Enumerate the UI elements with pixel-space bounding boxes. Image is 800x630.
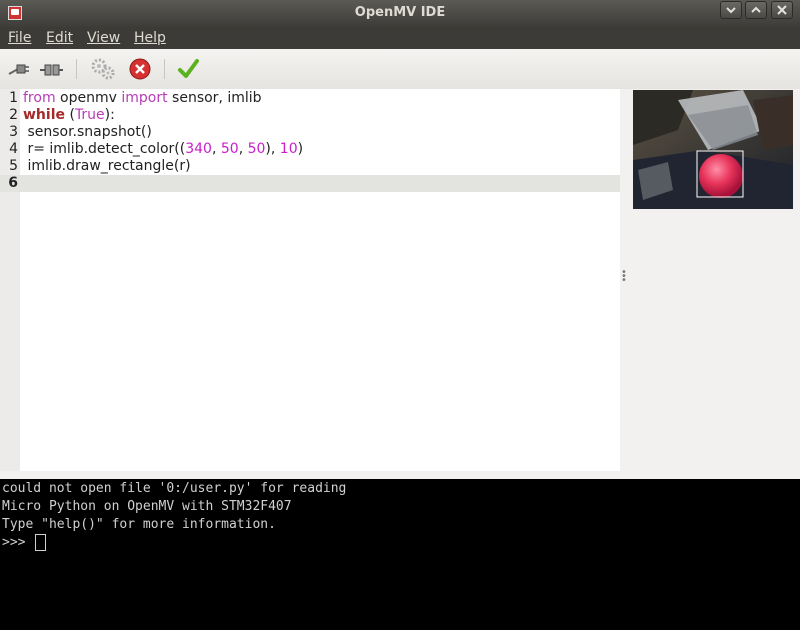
code-token: 50 [220,141,239,157]
code-token: from [23,90,56,106]
line-number: 1 [9,90,18,106]
code-token: , [238,141,248,157]
terminal-line: Micro Python on OpenMV with STM32F407 [2,499,292,514]
title-bar[interactable]: OpenMV IDE [0,0,800,27]
code-token: import [121,90,168,106]
close-icon [777,5,787,15]
code-token: True [74,107,105,123]
code-token: 50 [247,141,266,157]
menu-edit-label: Edit [46,30,74,46]
settings-button[interactable] [90,57,116,81]
disconnect-button[interactable] [38,57,64,81]
code-text: while (True): [23,107,115,124]
code-token: imlib.draw_rectangle(r) [23,158,191,174]
settings-gears-icon [91,58,115,80]
stop-icon [129,58,151,80]
code-text: from openmv import sensor, imlib [23,90,262,107]
connect-button[interactable] [6,57,32,81]
terminal-prompt-line[interactable]: >>> [2,534,47,551]
line-number: 5 [9,158,18,174]
code-token: ): [104,107,115,123]
terminal-line: could not open file '0:/user.py' for rea… [2,481,347,496]
code-token: r= imlib.detect_color(( [23,141,186,157]
toolbar-separator [164,59,165,79]
menu-bar: File Edit View Help [0,27,800,49]
terminal-cursor [35,534,47,551]
menu-edit[interactable]: Edit [46,30,73,46]
toolbar [0,49,800,90]
openmv-ide-window: OpenMV IDE File Edit View Help 1 from op… [0,0,800,630]
serial-terminal[interactable]: could not open file '0:/user.py' for rea… [0,479,800,630]
camera-preview-image [633,90,793,209]
code-token: ( [65,107,75,123]
line-number: 6 [8,175,18,191]
window-title: OpenMV IDE [354,5,446,20]
right-pane: • • • [620,89,800,471]
minimize-button[interactable] [720,1,742,19]
menu-help-label: Help [134,30,166,46]
menu-view[interactable]: View [87,30,120,46]
close-button[interactable] [771,1,793,19]
maximize-icon [751,6,761,13]
run-button[interactable] [175,57,201,81]
code-line[interactable]: 3 sensor.snapshot() [0,124,620,141]
code-token: , [211,141,221,157]
menu-file-label: File [8,30,32,46]
stop-button[interactable] [127,57,153,81]
menu-file[interactable]: File [8,30,31,46]
terminal-prompt: >>> [2,535,34,550]
frame-buffer-view [633,90,793,209]
horizontal-splitter[interactable] [0,471,800,485]
code-token: ) [297,141,304,157]
menu-view-label: View [87,30,121,46]
maximize-button[interactable] [745,1,767,19]
code-line[interactable]: 6 [0,175,620,192]
vertical-splitter-grip[interactable]: • • • [621,268,627,286]
run-check-icon [178,59,199,78]
code-token: while [23,107,65,123]
code-token: sensor.snapshot() [23,124,152,140]
connect-icon [8,64,29,75]
disconnect-icon [40,64,63,76]
code-line[interactable]: 2 while (True): [0,107,620,124]
terminal-line: Type "help()" for more information. [2,517,276,532]
code-line[interactable]: 4 r= imlib.detect_color((340, 50, 50), 1… [0,141,620,158]
menu-help[interactable]: Help [134,30,166,46]
code-text: sensor.snapshot() [23,124,152,141]
code-text: imlib.draw_rectangle(r) [23,158,191,175]
toolbar-separator [76,59,77,79]
minimize-icon [726,7,736,14]
code-token: ), [265,141,280,157]
code-token: 340 [185,141,212,157]
code-token: sensor, imlib [167,90,262,106]
line-number: 3 [9,124,18,140]
line-number: 2 [9,107,18,123]
code-text: r= imlib.detect_color((340, 50, 50), 10) [23,141,303,158]
line-number: 4 [9,141,18,157]
code-line[interactable]: 1 from openmv import sensor, imlib [0,90,620,107]
code-token: 10 [279,141,298,157]
code-token: openmv [55,90,122,106]
code-editor[interactable]: 1 from openmv import sensor, imlib 2 while … [0,89,620,471]
code-line[interactable]: 5 imlib.draw_rectangle(r) [0,158,620,175]
